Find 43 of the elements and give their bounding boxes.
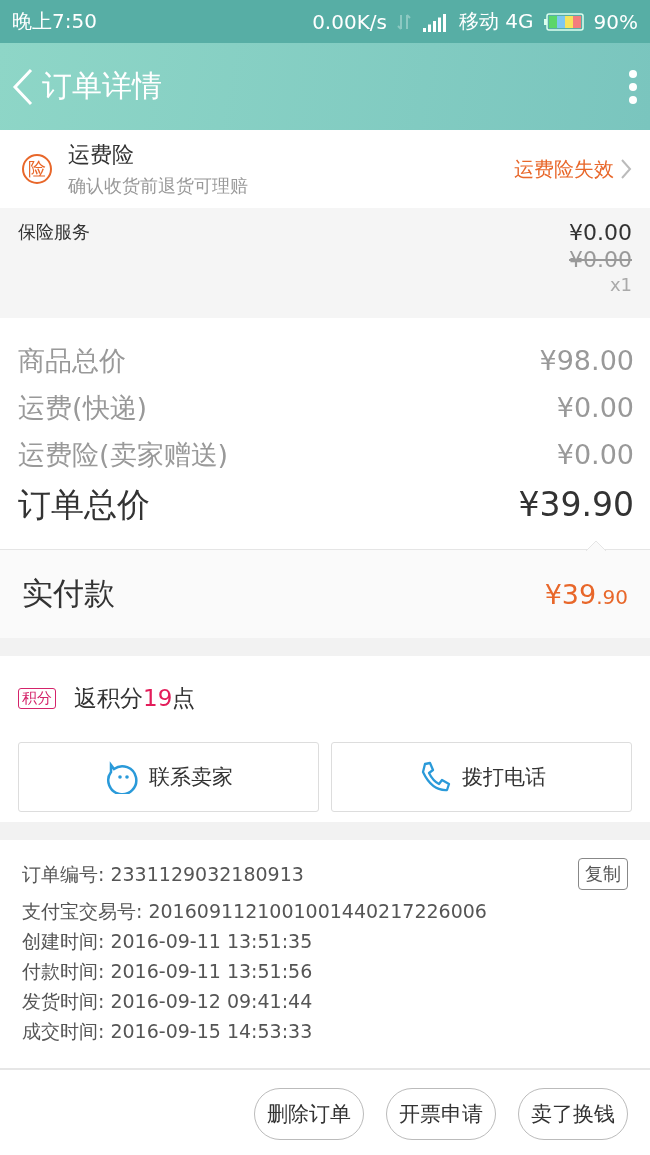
price-label: 运费(快递) (18, 391, 148, 425)
carrier-label: 移动 4G (458, 8, 534, 35)
order-action-button[interactable]: 开票申请 (386, 1087, 496, 1140)
back-icon[interactable] (12, 67, 34, 106)
payment-amount: ¥39.90 (544, 578, 628, 610)
battery-icon (543, 12, 584, 31)
original-price: ¥0.00 (569, 247, 632, 272)
network-speed: 0.00K/s (312, 9, 387, 34)
price-label: 订单总价 (18, 484, 150, 526)
copy-button[interactable]: 复制 (578, 858, 628, 890)
battery-percent: 90% (593, 9, 638, 34)
price-value: ¥0.00 (556, 438, 634, 472)
price-value: ¥39.90 (518, 484, 634, 526)
price-value: ¥98.00 (539, 344, 634, 378)
order-info-line: 订单编号: 2331129032180913 (22, 862, 304, 887)
page-title: 订单详情 (42, 67, 163, 105)
data-arrows-icon (396, 12, 411, 31)
insurance-title: 运费险 (68, 141, 135, 169)
payment-label: 实付款 (22, 574, 115, 613)
chat-bubble-icon (104, 760, 139, 794)
status-time: 晚上7:50 (12, 8, 97, 35)
price-label: 商品总价 (18, 344, 126, 378)
order-info-line: 付款时间: 2016-09-11 13:51:56 (22, 959, 314, 984)
service-label: 保险服务 (18, 220, 91, 244)
order-info-line: 创建时间: 2016-09-11 13:51:35 (22, 929, 314, 954)
price-value: ¥0.00 (556, 391, 634, 425)
chevron-right-icon (620, 158, 632, 180)
order-info-line: 成交时间: 2016-09-15 14:53:33 (22, 1019, 314, 1044)
contact-seller-button[interactable]: 联系卖家 (18, 742, 319, 812)
call-button[interactable]: 拨打电话 (331, 742, 632, 812)
points-tag: 积分 (18, 687, 56, 709)
service-price: ¥0.00 (569, 220, 632, 245)
order-info-line: 支付宝交易号: 2016091121001001440217226006 (22, 899, 488, 924)
quantity: x1 (609, 274, 632, 295)
insurance-subtitle: 确认收货前退货可理赔 (68, 174, 249, 198)
order-info-line: 发货时间: 2016-09-12 09:41:44 (22, 989, 314, 1014)
order-action-button[interactable]: 卖了换钱 (518, 1087, 628, 1140)
price-label: 运费险(卖家赠送) (18, 438, 229, 472)
signal-icon (420, 11, 449, 32)
more-menu-icon[interactable] (628, 69, 638, 104)
insurance-badge: 险 (22, 154, 52, 184)
points-text: 返积分19点 (74, 683, 196, 713)
order-action-button[interactable]: 删除订单 (254, 1087, 364, 1140)
